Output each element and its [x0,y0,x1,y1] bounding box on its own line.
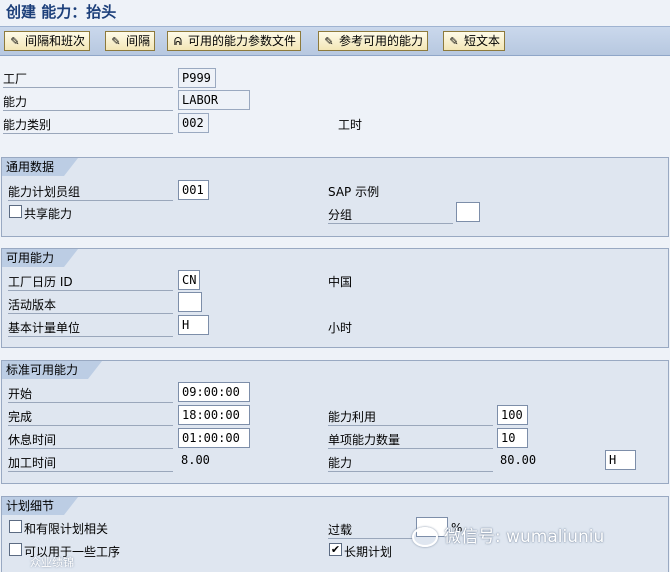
plant-field[interactable]: P999 [178,68,216,88]
start-label: 开始 [8,385,173,403]
factory-calendar-text: 中国 [328,275,353,289]
active-version-field[interactable] [178,292,202,312]
standard-capacity-title: 标准可用能力 [2,361,102,379]
planner-group-field[interactable]: 001 [178,180,209,200]
capacity-label: 能力 [3,93,173,111]
capacity-category-label: 能力类别 [3,116,173,134]
base-unit-label: 基本计量单位 [8,319,173,337]
base-unit-text: 小时 [328,321,353,335]
start-time-field[interactable]: 09:00:00 [178,382,250,402]
base-unit-field[interactable]: H [178,315,209,335]
utilization-label: 能力利用 [328,408,493,426]
active-version-label: 活动版本 [8,296,173,314]
short-text-label: 短文本 [464,34,501,48]
short-text-button[interactable]: ✎ 短文本 [443,31,506,51]
intervals-button[interactable]: ✎ 间隔 [105,31,156,51]
break-label: 休息时间 [8,431,173,449]
finish-time-field[interactable]: 18:00:00 [178,405,250,425]
break-time-field[interactable]: 01:00:00 [178,428,250,448]
pencil-icon: ✎ [449,35,459,48]
grouping-label: 分组 [328,206,453,224]
operating-time-label: 加工时间 [8,454,173,472]
planner-group-text: SAP 示例 [328,185,380,199]
utilization-field[interactable]: 100 [497,405,528,425]
factory-calendar-label: 工厂日历 ID [8,273,173,291]
capacity-category-text: 工时 [338,118,363,132]
long-term-planning-label: 长期计划 [344,545,393,559]
wechat-watermark: 微信号: wumaliuniu [412,522,604,547]
capacity-total-label: 能力 [328,454,493,472]
reference-available-capacity-button[interactable]: ✎ 参考可用的能力 [318,31,429,51]
plant-label: 工厂 [3,70,173,88]
finish-label: 完成 [8,408,173,426]
title-bar: 创建 能力：抬头 [0,0,670,24]
intervals-label: 间隔 [126,34,151,48]
glasses-icon: ᕱ [173,35,183,48]
long-term-planning-checkbox[interactable]: ✔ [329,543,342,556]
window-title: 创建 能力：抬头 [6,3,117,21]
capacity-unit-field[interactable]: H [605,450,636,470]
intervals-and-shifts-label: 间隔和班次 [25,34,86,48]
factory-calendar-field[interactable]: CN [178,270,200,290]
available-capacity-title: 可用能力 [2,249,78,267]
available-capacity-profile-button[interactable]: ᕱ 可用的能力参数文件 [167,31,302,51]
pencil-icon: ✎ [111,35,121,48]
capacity-field[interactable]: LABOR [178,90,250,110]
reference-available-capacity-label: 参考可用的能力 [339,34,424,48]
operating-time-value: 8.00 [181,453,210,467]
finite-scheduling-label: 和有限计划相关 [24,522,109,536]
pencil-icon: ✎ [324,35,334,48]
num-capacities-label: 单项能力数量 [328,431,493,449]
pooled-capacity-checkbox[interactable] [9,205,22,218]
finite-scheduling-checkbox[interactable] [9,520,22,533]
general-data-title: 通用数据 [2,158,78,176]
wechat-logo-icon [412,527,438,547]
application-toolbar: ✎ 间隔和班次 ✎ 间隔 ᕱ 可用的能力参数文件 ✎ 参考可用的能力 ✎ 短文本 [0,26,670,56]
capacity-category-field[interactable]: 002 [178,113,209,133]
planning-details-title: 计划细节 [2,497,78,515]
planner-group-label: 能力计划员组 [8,183,173,201]
pencil-icon: ✎ [10,35,20,48]
wechat-watermark-text: 微信号: wumaliuniu [444,527,605,547]
grouping-field[interactable] [456,202,480,222]
num-capacities-field[interactable]: 10 [497,428,528,448]
capacity-total-value: 80.00 [500,453,537,467]
watermark-small-text: 众业绩锦 [30,556,74,569]
available-capacity-profile-label: 可用的能力参数文件 [188,34,297,48]
multiple-operations-checkbox[interactable] [9,543,22,556]
intervals-and-shifts-button[interactable]: ✎ 间隔和班次 [4,31,91,51]
overload-label: 过载 [328,521,413,539]
pooled-capacity-label: 共享能力 [24,207,73,221]
